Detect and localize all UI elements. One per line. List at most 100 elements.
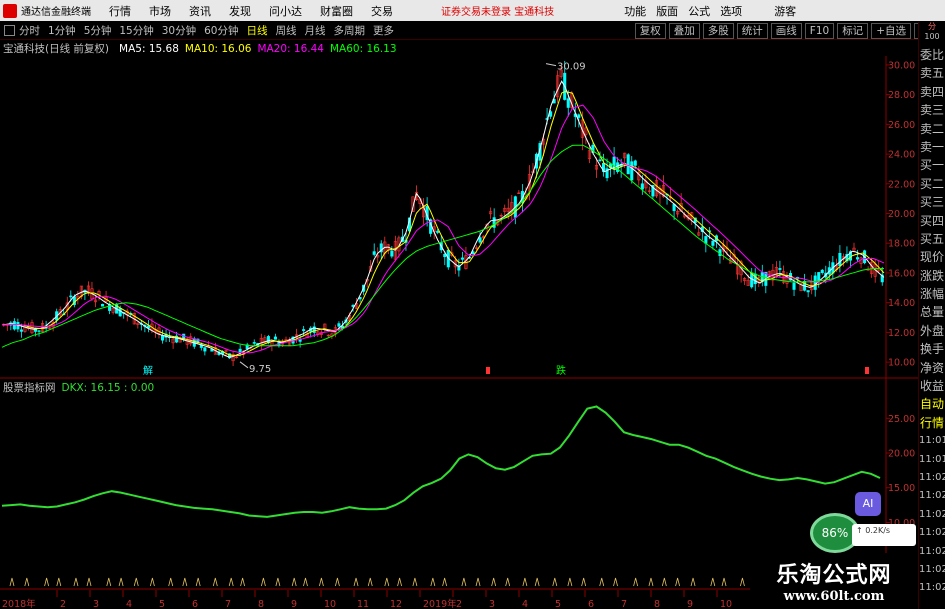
dkx-value-label: DKX: 16.15 : 0.00	[61, 381, 155, 394]
low-marker-label: 9.75	[249, 364, 271, 375]
guest-button[interactable]: 游客	[774, 3, 796, 19]
period-tab-60min[interactable]: 60分钟	[204, 23, 238, 38]
panel-header[interactable]: 分 100	[919, 22, 945, 46]
signal-tick	[412, 577, 418, 587]
period-tab-weekly[interactable]: 周线	[276, 23, 297, 38]
flag-unlock-label: 解	[143, 364, 153, 377]
period-tab-15min[interactable]: 15分钟	[119, 23, 153, 38]
panel-row-16: 换手	[919, 342, 944, 357]
x-axis-month-label: 6	[588, 599, 594, 609]
statistics-button[interactable]: 统计	[736, 23, 768, 39]
chart-area[interactable]: 30.00 28.00 26.00 24.00 22.00 20.00 18.00 16.00…	[0, 56, 918, 609]
mark-button[interactable]: 标记	[837, 23, 869, 39]
watermark-url: www.60lt.com	[783, 589, 885, 604]
panel-row-28: 11:02	[919, 563, 945, 575]
candle-body	[598, 159, 602, 161]
panel-row-14: 总量	[919, 305, 944, 320]
restore-right-button[interactable]: 复权	[634, 23, 666, 39]
panel-row-1: 卖五	[919, 66, 944, 81]
period-tab-more[interactable]: 更多	[373, 23, 394, 38]
x-axis-month-label: 4	[126, 599, 132, 609]
candle-body	[633, 160, 637, 166]
high-marker-label: 30.09	[557, 62, 586, 73]
indicator-name[interactable]: 股票指标网	[3, 380, 56, 395]
overlay-button[interactable]: 叠加	[668, 23, 700, 39]
signal-tick	[648, 577, 654, 587]
signal-tick	[212, 577, 218, 587]
x-axis-month-label: 5	[555, 599, 561, 609]
signal-tick	[461, 577, 467, 587]
menu-item-wealth[interactable]: 财富圈	[320, 3, 353, 19]
signal-tick	[522, 577, 528, 587]
panel-row-10: 买五	[919, 231, 944, 246]
menu-item-functions[interactable]: 功能	[624, 3, 646, 19]
candle-body	[778, 268, 782, 270]
signal-tick	[106, 577, 112, 587]
add-favorite-button[interactable]: +自选	[871, 23, 911, 39]
period-tab-1min[interactable]: 1分钟	[48, 23, 76, 38]
panel-row-22: 11:01	[919, 453, 945, 465]
signal-tick	[367, 577, 373, 587]
panel-row-17: 净资	[919, 360, 944, 375]
network-widget[interactable]: 86% ↑ 0.2K/s	[810, 513, 920, 553]
watermark-title: 乐淘公式网	[776, 562, 892, 588]
period-tab-multi[interactable]: 多周期	[334, 23, 366, 38]
menu-item-trade[interactable]: 交易	[371, 3, 393, 19]
price-tick-label: 14.00	[888, 298, 915, 309]
menu-bar: 通达信金融终端 行情 市场 资讯 发现 问小达 财富圈 交易 证券交易未登录 宝…	[0, 0, 945, 21]
signal-tick	[690, 577, 696, 587]
dkx-line	[1, 405, 881, 518]
signal-tick	[442, 577, 448, 587]
menu-item-discover[interactable]: 发现	[229, 3, 251, 19]
login-notice[interactable]: 证券交易未登录 宝通科技	[441, 3, 554, 18]
signal-tick	[384, 577, 390, 587]
watermark: 乐淘公式网 www.60lt.com	[750, 553, 918, 609]
signal-tick	[228, 577, 234, 587]
indicator-tick-label: 25.00	[888, 414, 915, 425]
panel-row-19: 自动	[919, 397, 944, 412]
menu-item-options[interactable]: 选项	[720, 3, 742, 19]
toggle-checkbox[interactable]	[4, 25, 15, 36]
signal-tick	[675, 577, 680, 587]
signal-tick	[534, 577, 540, 587]
ma5-label: MA5: 15.68	[119, 42, 179, 55]
candle-body	[252, 342, 256, 344]
period-tab-daily[interactable]: 日线	[247, 23, 268, 38]
flag-mark	[865, 367, 869, 374]
f10-button[interactable]: F10	[804, 23, 835, 39]
chart-toolbar: 复权 叠加 多股 统计 画线 F10 标记 +自选 返回	[632, 22, 945, 40]
panel-header-value: 100	[924, 32, 940, 41]
candle-body	[203, 347, 207, 352]
panel-row-6: 买一	[919, 158, 944, 173]
period-tab-intraday[interactable]: 分时	[19, 23, 40, 38]
candle-body	[390, 250, 394, 257]
menu-item-news[interactable]: 资讯	[189, 3, 211, 19]
period-bar: 分时 1分钟 5分钟 15分钟 30分钟 60分钟 日线 周线 月线 多周期 更…	[0, 22, 945, 40]
candle-body	[69, 295, 73, 298]
price-tick-label: 18.00	[888, 239, 915, 250]
x-axis-month-label: 3	[489, 599, 495, 609]
candle-body	[19, 329, 23, 332]
menu-item-formula[interactable]: 公式	[688, 3, 710, 19]
candle-body	[460, 257, 464, 260]
signal-tick	[291, 577, 297, 587]
menu-item-ask[interactable]: 问小达	[269, 3, 302, 19]
period-tab-monthly[interactable]: 月线	[305, 23, 326, 38]
network-speed: ↑ 0.2K/s	[852, 524, 916, 546]
period-tab-5min[interactable]: 5分钟	[84, 23, 112, 38]
draw-line-button[interactable]: 画线	[770, 23, 802, 39]
x-axis-month-label: 12	[390, 599, 402, 609]
signal-tick	[261, 577, 266, 587]
menu-item-market[interactable]: 行情	[109, 3, 131, 19]
period-tab-30min[interactable]: 30分钟	[162, 23, 196, 38]
app-logo-icon	[3, 3, 17, 18]
multi-stock-button[interactable]: 多股	[702, 23, 734, 39]
x-axis-month-label: 9	[291, 599, 297, 609]
menu-item-markets[interactable]: 市场	[149, 3, 171, 19]
candle-body	[37, 330, 41, 332]
signal-tick	[599, 577, 605, 587]
signal-tick	[552, 577, 558, 587]
menu-item-layout[interactable]: 版面	[656, 3, 678, 19]
price-tick-label: 20.00	[888, 209, 915, 220]
signal-tick	[335, 577, 340, 587]
